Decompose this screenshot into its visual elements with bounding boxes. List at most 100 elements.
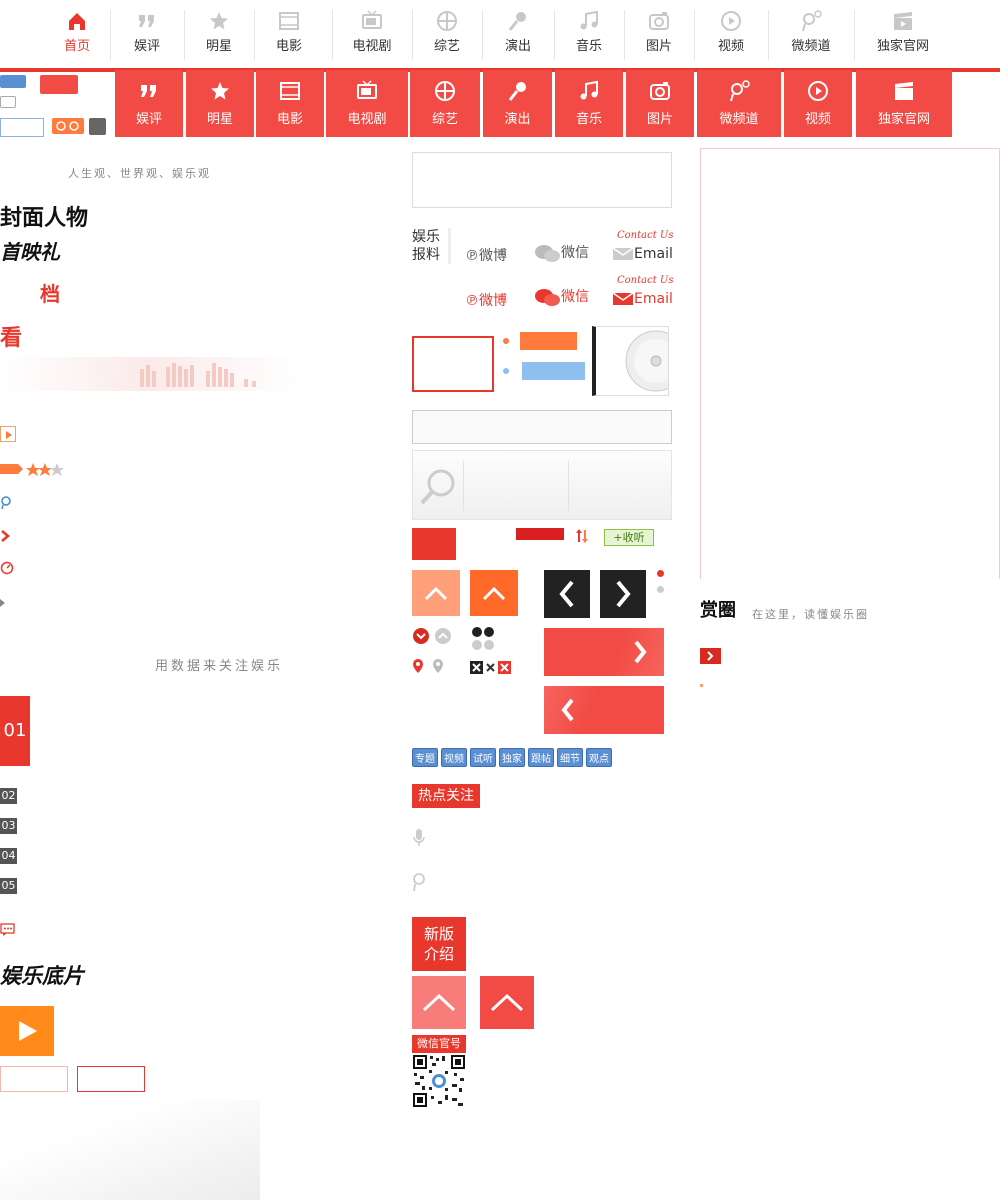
prev-dark-button[interactable] (544, 570, 590, 618)
equalizer-banner (0, 357, 300, 391)
weibo-gray-icon (412, 872, 426, 896)
top-nav-label: 娱评 (133, 39, 160, 54)
email-label: Email (634, 246, 673, 262)
nav-separator (854, 10, 855, 60)
tag-5[interactable]: 细节 (557, 748, 583, 767)
chevron-up-icon (422, 993, 456, 1012)
chevron-up-icon (424, 586, 448, 601)
red-button-sprite[interactable] (40, 75, 78, 94)
quote-icon (141, 85, 156, 97)
scroll-top-button[interactable] (470, 570, 518, 616)
red-nav-item-7[interactable]: 图片 (626, 70, 694, 137)
listen-button[interactable]: +收听 (604, 529, 654, 546)
rank-badge-2: 02 (0, 788, 17, 804)
email-link-red[interactable]: Email (612, 291, 673, 307)
tag-6[interactable]: 观点 (586, 748, 612, 767)
comment-icon (0, 96, 16, 108)
red-nav-item-9[interactable]: 视频 (784, 70, 852, 137)
red-nav-item-6[interactable]: 音乐 (555, 70, 623, 137)
red-nav-item-3[interactable]: 电视剧 (326, 70, 408, 137)
contact-us-text-1: Contact Us (617, 230, 674, 241)
round-chevrons[interactable] (412, 627, 456, 649)
mail-red-icon (612, 292, 634, 305)
prev-red-button[interactable] (544, 686, 664, 734)
red-nav-label: 独家官网 (877, 112, 930, 127)
red-nav-item-5[interactable]: 演出 (483, 70, 552, 137)
tag-1[interactable]: 视频 (441, 748, 467, 767)
chevron-right-icon[interactable] (0, 528, 10, 547)
email-link-gray[interactable]: Email (612, 246, 673, 262)
top-nav-item-3[interactable]: 电影 (254, 0, 324, 64)
orange-label-bar (520, 332, 577, 350)
tag-3[interactable]: 独家 (499, 748, 525, 767)
red-block-button[interactable] (412, 528, 456, 560)
star-icon (211, 82, 229, 100)
red-nav-label: 娱评 (135, 112, 162, 127)
sort-arrows-icon[interactable] (575, 528, 595, 548)
close-icons-strip[interactable] (470, 659, 512, 678)
search-input-sprite[interactable] (0, 118, 44, 137)
top-nav-item-11[interactable]: 独家官网 (854, 0, 952, 64)
top-nav-item-5[interactable]: 综艺 (412, 0, 482, 64)
weibo-link-gray[interactable]: ℗微博 (465, 245, 507, 265)
nav-separator (184, 10, 185, 60)
small-nav-arrows[interactable] (470, 627, 498, 655)
pager-dot-active[interactable] (657, 570, 664, 577)
red-nav-item-8[interactable]: 微频道 (697, 70, 781, 137)
blue-button-sprite[interactable] (0, 75, 26, 88)
email-red-label: Email (634, 291, 673, 307)
tag-2[interactable]: 试听 (470, 748, 496, 767)
top-nav-label: 视频 (717, 39, 744, 54)
red-nav-item-1[interactable]: 明星 (186, 70, 254, 137)
scroll-top-light-button[interactable] (412, 570, 460, 616)
music-note-icon (580, 10, 598, 30)
back-to-top[interactable] (480, 976, 534, 1029)
top-nav-item-2[interactable]: 明星 (184, 0, 254, 64)
top-nav-item-10[interactable]: 微频道 (768, 0, 854, 64)
top-nav-item-1[interactable]: 娱评 (110, 0, 184, 64)
rank-badge-5: 05 (0, 878, 17, 894)
top-nav-item-4[interactable]: 电视剧 (332, 0, 412, 64)
tag-4[interactable]: 跟帖 (528, 748, 554, 767)
pager-dot[interactable] (657, 586, 664, 593)
outlined-button-2[interactable] (77, 1066, 145, 1092)
top-nav-item-0[interactable]: 首页 (48, 0, 106, 64)
red-nav-label: 图片 (646, 112, 673, 127)
next-dark-button[interactable] (600, 570, 646, 618)
weixin-label: 微信 (561, 245, 589, 261)
back-to-top-light[interactable] (412, 976, 466, 1029)
red-nav-item-2[interactable]: 电影 (256, 70, 324, 137)
weibo-link-red[interactable]: ℗微博 (465, 290, 507, 310)
yule-quan-slogan: 在这里，读懂娱乐圈 (752, 608, 869, 621)
headphone-button[interactable] (52, 118, 84, 134)
nav-separator (110, 10, 111, 60)
right-panel-box (700, 148, 1000, 579)
rank-badge-1: 01 (0, 696, 30, 766)
dark-square-button[interactable] (89, 118, 106, 135)
next-red-button[interactable] (544, 628, 664, 676)
chevron-up-icon (482, 586, 506, 601)
star-icon (210, 12, 228, 30)
red-nav-item-10[interactable]: 独家官网 (856, 70, 952, 137)
outlined-button-1[interactable] (0, 1066, 68, 1092)
red-nav-item-4[interactable]: 综艺 (410, 70, 480, 137)
weixin-link-red[interactable]: 微信 (533, 286, 589, 308)
nav-separator (694, 10, 695, 60)
microphone-gray-icon (412, 828, 426, 852)
red-nav-item-0[interactable]: 娱评 (115, 70, 183, 137)
new-intro-label: 新版介绍 (423, 925, 454, 963)
top-nav-item-8[interactable]: 图片 (624, 0, 694, 64)
big-play-button[interactable] (0, 1006, 54, 1056)
red-chevron-button[interactable] (700, 648, 721, 664)
top-nav-item-9[interactable]: 视频 (694, 0, 768, 64)
tooltip-input-box[interactable] (412, 410, 672, 444)
search-icon (420, 469, 455, 505)
textarea-box[interactable] (412, 152, 672, 208)
new-version-intro-button[interactable]: 新版介绍 (412, 917, 466, 971)
top-nav-item-6[interactable]: 演出 (482, 0, 554, 64)
top-nav-item-7[interactable]: 音乐 (554, 0, 624, 64)
tag-0[interactable]: 专题 (412, 748, 438, 767)
qr-code-image (412, 1054, 466, 1108)
weixin-link-gray[interactable]: 微信 (533, 242, 589, 264)
search-panel (412, 450, 672, 520)
